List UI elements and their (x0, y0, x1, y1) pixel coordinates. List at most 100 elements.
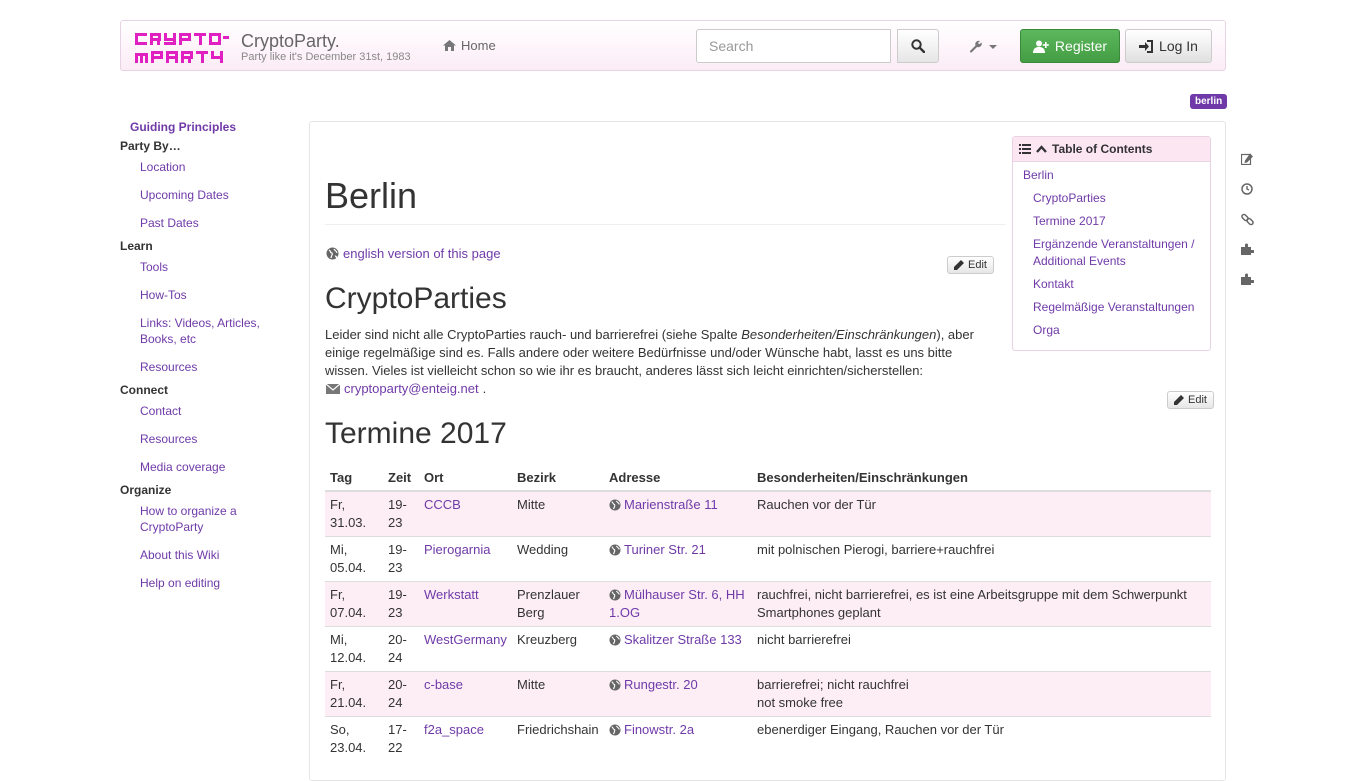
sidebar-item-help-editing[interactable]: Help on editing (140, 575, 290, 591)
cell-zeit: 19-23 (383, 490, 419, 537)
brand-title[interactable]: CryptoParty. (241, 31, 340, 52)
edit-section-button[interactable]: Edit (947, 256, 994, 274)
sidebar-item-media-coverage[interactable]: Media coverage (140, 459, 290, 475)
table-header-row: Tag Zeit Ort Bezirk Adresse Besonderheit… (325, 462, 1211, 492)
plugin-icon[interactable] (1240, 242, 1254, 256)
sidebar-item-links[interactable]: Links: Videos, Articles, Books, etc (140, 315, 270, 347)
cell-tag: Mi, 12.04. (325, 626, 383, 672)
address-link[interactable]: Finowstr. 2a (624, 722, 694, 737)
toc-item-berlin[interactable]: Berlin (1023, 167, 1054, 184)
title-divider (325, 224, 1005, 225)
table-row: Mi, 05.04. 19-23 Pierogarnia Wedding Tur… (325, 536, 1211, 582)
pencil-icon (954, 260, 964, 270)
cell-tag: Fr, 21.04. (325, 671, 383, 717)
cell-tag: So, 23.04. (325, 716, 383, 761)
address-link[interactable]: Marienstraße 11 (624, 497, 718, 512)
sidebar-item-contact[interactable]: Contact (140, 403, 290, 419)
cell-tag: Fr, 07.04. (325, 581, 383, 627)
login-icon (1139, 39, 1154, 53)
cell-zeit: 20-24 (383, 626, 419, 672)
pencil-icon (1174, 395, 1184, 405)
toc-header[interactable]: Table of Contents (1013, 137, 1210, 162)
tools-dropdown[interactable] (969, 36, 997, 58)
edit-page-icon[interactable] (1240, 152, 1254, 166)
globe-icon (609, 589, 621, 601)
register-label: Register (1054, 38, 1108, 54)
sidebar-item-upcoming-dates[interactable]: Upcoming Dates (140, 187, 290, 203)
cell-info: mit polnischen Pierogi, barriere+rauchfr… (752, 536, 1211, 582)
venue-link[interactable]: CCCB (424, 497, 461, 512)
address-link[interactable]: Rungestr. 20 (624, 677, 698, 692)
section-title-cryptoparties: CryptoParties (325, 282, 507, 315)
sidebar-item-guiding-principles[interactable]: Guiding Principles (130, 120, 236, 134)
add-user-icon (1032, 40, 1049, 53)
venue-link[interactable]: f2a_space (424, 722, 484, 737)
edit-section-button-2[interactable]: Edit (1167, 391, 1214, 409)
venue-link[interactable]: c-base (424, 677, 463, 692)
english-version-label: english version of this page (343, 246, 501, 261)
toc-item-kontakt[interactable]: Kontakt (1033, 276, 1074, 293)
sidebar-heading-connect: Connect (120, 383, 168, 397)
search-button[interactable] (897, 29, 939, 63)
intro-paragraph: Leider sind nicht alle CryptoParties rau… (325, 326, 985, 380)
address-link[interactable]: Mülhauser Str. 6, HH 1.OG (609, 587, 745, 620)
search-icon (911, 39, 925, 53)
register-button[interactable]: Register (1020, 29, 1120, 63)
sidebar-item-about-wiki[interactable]: About this Wiki (140, 547, 290, 563)
history-icon[interactable] (1240, 182, 1254, 196)
venue-link[interactable]: Pierogarnia (424, 542, 491, 557)
sidebar-heading-learn: Learn (120, 239, 153, 253)
globe-icon (609, 634, 621, 646)
cryptoparty-logo[interactable] (135, 31, 233, 65)
cell-info: Rauchen vor der Tür (752, 490, 1211, 537)
search-input[interactable] (696, 29, 891, 63)
sidebar-item-how-to-organize[interactable]: How to organize a CryptoParty (140, 503, 250, 535)
table-row: So, 23.04. 17-22 f2a_space Friedrichshai… (325, 716, 1211, 761)
cell-zeit: 19-23 (383, 581, 419, 627)
envelope-icon (326, 383, 340, 394)
sidebar-item-tools[interactable]: Tools (140, 259, 290, 275)
login-button[interactable]: Log In (1125, 29, 1212, 63)
sidebar-item-resources-2[interactable]: Resources (140, 431, 290, 447)
globe-icon (326, 247, 339, 260)
toc-item-orga[interactable]: Orga (1033, 322, 1060, 339)
column-header-ort: Ort (419, 462, 512, 492)
cell-bezirk: Friedrichshain (512, 716, 604, 761)
cell-info-line-1: barrierefrei; nicht rauchfrei (757, 677, 909, 692)
cell-bezirk: Mitte (512, 671, 604, 717)
globe-icon (609, 724, 621, 736)
toc-item-additional-events[interactable]: Ergänzende Veranstaltungen / Additional … (1033, 236, 1205, 270)
table-row: Fr, 21.04. 20-24 c-base Mitte Rungestr. … (325, 671, 1211, 717)
cell-tag: Mi, 05.04. (325, 536, 383, 582)
address-link[interactable]: Skalitzer Straße 133 (624, 632, 742, 647)
cell-info: ebenerdiger Eingang, Rauchen vor der Tür (752, 716, 1211, 761)
plugin-icon-2[interactable] (1240, 272, 1254, 286)
sidebar-item-location[interactable]: Location (140, 159, 290, 175)
toc-item-cryptoparties[interactable]: CryptoParties (1033, 190, 1106, 207)
contact-email-link[interactable]: cryptoparty@enteig.net. (326, 381, 486, 396)
toc-item-regelmaessige[interactable]: Regelmäßige Veranstaltungen (1033, 299, 1194, 316)
address-link[interactable]: Turiner Str. 21 (624, 542, 706, 557)
globe-icon (609, 679, 621, 691)
cell-zeit: 17-22 (383, 716, 419, 761)
english-version-link[interactable]: english version of this page (326, 246, 501, 261)
cell-bezirk: Wedding (512, 536, 604, 582)
link-icon[interactable] (1240, 212, 1254, 226)
table-row: Fr, 31.03. 19-23 CCCB Mitte Marienstraße… (325, 490, 1211, 537)
sidebar-heading-organize: Organize (120, 483, 172, 497)
toc-item-termine[interactable]: Termine 2017 (1033, 213, 1106, 230)
cell-tag: Fr, 31.03. (325, 490, 383, 537)
venue-link[interactable]: WestGermany (424, 632, 507, 647)
sidebar-item-how-tos[interactable]: How-Tos (140, 287, 290, 303)
category-badge[interactable]: berlin (1190, 94, 1228, 109)
venue-link[interactable]: Werkstatt (424, 587, 479, 602)
nav-home-link[interactable]: Home (443, 38, 496, 53)
sidebar-item-past-dates[interactable]: Past Dates (140, 215, 290, 231)
cell-bezirk: Prenzlauer Berg (512, 581, 604, 627)
termine-table: Tag Zeit Ort Bezirk Adresse Besonderheit… (325, 462, 1211, 761)
column-header-adresse: Adresse (604, 462, 752, 492)
sidebar-item-resources[interactable]: Resources (140, 359, 290, 375)
section-title-termine: Termine 2017 (325, 417, 507, 450)
cell-bezirk: Mitte (512, 490, 604, 537)
intro-text-1: Leider sind nicht alle CryptoParties rau… (325, 327, 742, 342)
